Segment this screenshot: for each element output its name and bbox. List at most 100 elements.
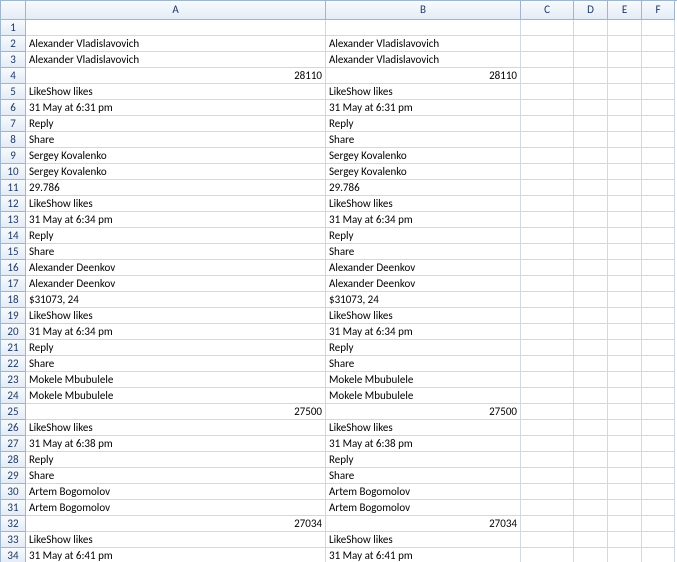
select-all-corner[interactable]	[1, 1, 26, 20]
cell-d5[interactable]	[574, 84, 608, 100]
cell-a33[interactable]: LikeShow likes	[26, 532, 326, 548]
cell-f8[interactable]	[642, 132, 675, 148]
row-header-6[interactable]: 6	[1, 100, 26, 116]
cell-d12[interactable]	[574, 196, 608, 212]
row-header-14[interactable]: 14	[1, 228, 26, 244]
cell-d24[interactable]	[574, 388, 608, 404]
cell-a32[interactable]: 27034	[26, 516, 326, 532]
cell-b20[interactable]: 31 May at 6:34 pm	[326, 324, 521, 340]
cell-f14[interactable]	[642, 228, 675, 244]
row-header-5[interactable]: 5	[1, 84, 26, 100]
cell-c20[interactable]	[521, 324, 574, 340]
cell-c8[interactable]	[521, 132, 574, 148]
cell-e19[interactable]	[608, 308, 642, 324]
column-header-a[interactable]: A	[26, 1, 326, 20]
row-header-10[interactable]: 10	[1, 164, 26, 180]
cell-d10[interactable]	[574, 164, 608, 180]
cell-b5[interactable]: LikeShow likes	[326, 84, 521, 100]
row-header-23[interactable]: 23	[1, 372, 26, 388]
cell-c25[interactable]	[521, 404, 574, 420]
cell-d21[interactable]	[574, 340, 608, 356]
cell-f9[interactable]	[642, 148, 675, 164]
row-header-7[interactable]: 7	[1, 116, 26, 132]
cell-a20[interactable]: 31 May at 6:34 pm	[26, 324, 326, 340]
cell-d4[interactable]	[574, 68, 608, 84]
cell-d1[interactable]	[574, 20, 608, 36]
cell-b22[interactable]: Share	[326, 356, 521, 372]
row-header-9[interactable]: 9	[1, 148, 26, 164]
cell-d25[interactable]	[574, 404, 608, 420]
column-header-c[interactable]: C	[521, 1, 574, 20]
row-header-34[interactable]: 34	[1, 548, 26, 562]
cell-c32[interactable]	[521, 516, 574, 532]
cell-e28[interactable]	[608, 452, 642, 468]
cell-b30[interactable]: Artem Bogomolov	[326, 484, 521, 500]
column-header-f[interactable]: F	[642, 1, 675, 20]
cell-f26[interactable]	[642, 420, 675, 436]
cell-f3[interactable]	[642, 52, 675, 68]
row-header-28[interactable]: 28	[1, 452, 26, 468]
cell-a10[interactable]: Sergey Kovalenko	[26, 164, 326, 180]
cell-a9[interactable]: Sergey Kovalenko	[26, 148, 326, 164]
cell-f7[interactable]	[642, 116, 675, 132]
cell-e9[interactable]	[608, 148, 642, 164]
cell-f2[interactable]	[642, 36, 675, 52]
cell-b31[interactable]: Artem Bogomolov	[326, 500, 521, 516]
cell-f21[interactable]	[642, 340, 675, 356]
cell-e4[interactable]	[608, 68, 642, 84]
cell-a34[interactable]: 31 May at 6:41 pm	[26, 548, 326, 562]
cell-c17[interactable]	[521, 276, 574, 292]
cell-a23[interactable]: Mokele Mbubulele	[26, 372, 326, 388]
cell-c34[interactable]	[521, 548, 574, 562]
cell-b6[interactable]: 31 May at 6:31 pm	[326, 100, 521, 116]
cell-c6[interactable]	[521, 100, 574, 116]
cell-a1[interactable]	[26, 20, 326, 36]
cell-e18[interactable]	[608, 292, 642, 308]
cell-e29[interactable]	[608, 468, 642, 484]
cell-c14[interactable]	[521, 228, 574, 244]
row-header-33[interactable]: 33	[1, 532, 26, 548]
cell-b24[interactable]: Mokele Mbubulele	[326, 388, 521, 404]
cell-e20[interactable]	[608, 324, 642, 340]
cell-f16[interactable]	[642, 260, 675, 276]
cell-d3[interactable]	[574, 52, 608, 68]
cell-e8[interactable]	[608, 132, 642, 148]
cell-d22[interactable]	[574, 356, 608, 372]
cell-b1[interactable]	[326, 20, 521, 36]
cell-c16[interactable]	[521, 260, 574, 276]
cell-b34[interactable]: 31 May at 6:41 pm	[326, 548, 521, 562]
cell-a27[interactable]: 31 May at 6:38 pm	[26, 436, 326, 452]
cell-f32[interactable]	[642, 516, 675, 532]
cell-f18[interactable]	[642, 292, 675, 308]
cell-e16[interactable]	[608, 260, 642, 276]
cell-a17[interactable]: Alexander Deenkov	[26, 276, 326, 292]
cell-d32[interactable]	[574, 516, 608, 532]
row-header-24[interactable]: 24	[1, 388, 26, 404]
cell-e5[interactable]	[608, 84, 642, 100]
cell-b13[interactable]: 31 May at 6:34 pm	[326, 212, 521, 228]
cell-d31[interactable]	[574, 500, 608, 516]
cell-e6[interactable]	[608, 100, 642, 116]
cell-a6[interactable]: 31 May at 6:31 pm	[26, 100, 326, 116]
cell-e25[interactable]	[608, 404, 642, 420]
cell-a12[interactable]: LikeShow likes	[26, 196, 326, 212]
cell-e23[interactable]	[608, 372, 642, 388]
cell-a2[interactable]: Alexander Vladislavovich	[26, 36, 326, 52]
cell-f34[interactable]	[642, 548, 675, 562]
column-header-d[interactable]: D	[574, 1, 608, 20]
cell-b16[interactable]: Alexander Deenkov	[326, 260, 521, 276]
cell-d19[interactable]	[574, 308, 608, 324]
cell-d8[interactable]	[574, 132, 608, 148]
cell-f4[interactable]	[642, 68, 675, 84]
row-header-30[interactable]: 30	[1, 484, 26, 500]
cell-c11[interactable]	[521, 180, 574, 196]
cell-c31[interactable]	[521, 500, 574, 516]
cell-c10[interactable]	[521, 164, 574, 180]
cell-b25[interactable]: 27500	[326, 404, 521, 420]
cell-d16[interactable]	[574, 260, 608, 276]
row-header-15[interactable]: 15	[1, 244, 26, 260]
row-header-2[interactable]: 2	[1, 36, 26, 52]
cell-f6[interactable]	[642, 100, 675, 116]
cell-b23[interactable]: Mokele Mbubulele	[326, 372, 521, 388]
cell-f23[interactable]	[642, 372, 675, 388]
